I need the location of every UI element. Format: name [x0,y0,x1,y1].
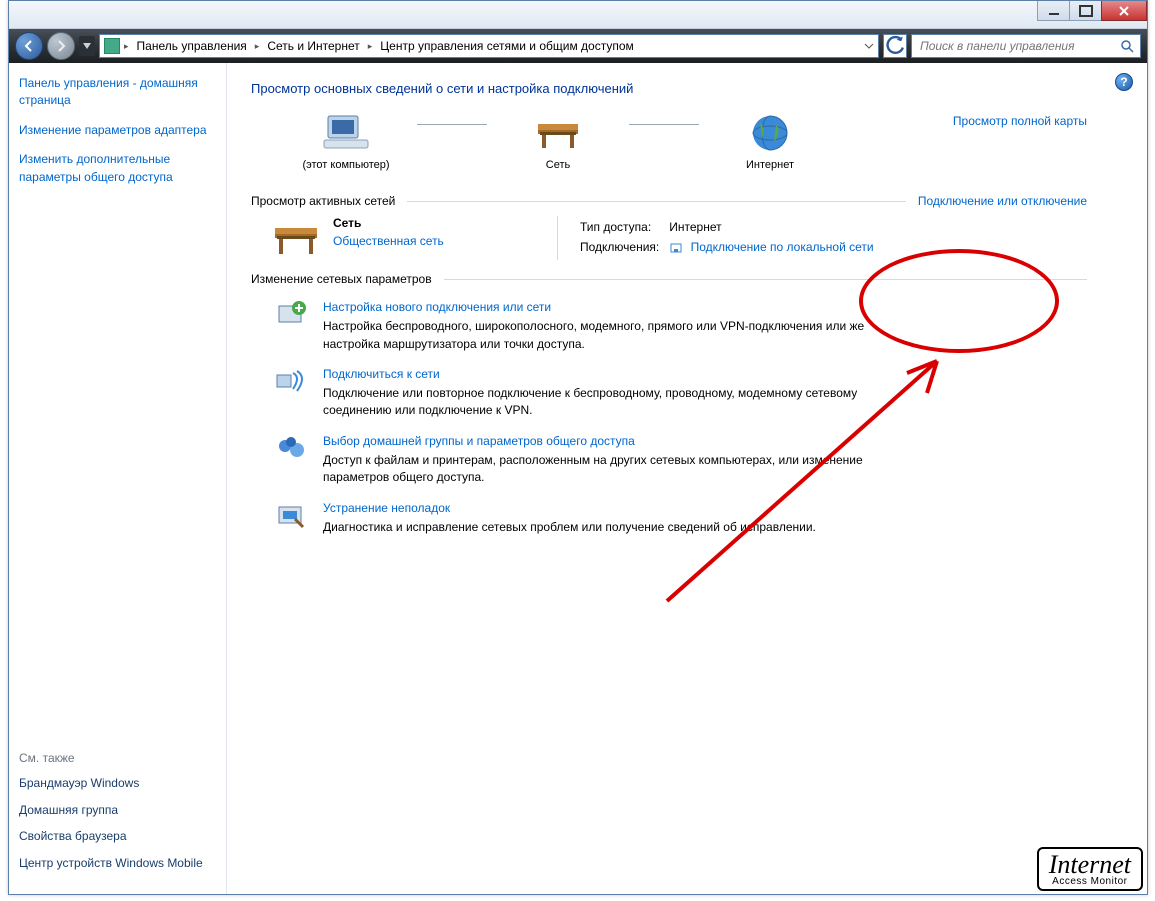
label-connections: Подключения: [580,238,667,257]
node-internet-label: Интернет [746,158,794,172]
task-connect-network-desc: Подключение или повторное подключение к … [323,385,895,420]
sidebar-link-adapters[interactable]: Изменение параметров адаптера [19,122,216,139]
task-troubleshoot[interactable]: Устранение неполадок [323,501,450,515]
navbar: ▸ Панель управления ▸ Сеть и Интернет ▸ … [9,29,1147,63]
search-box[interactable] [911,34,1141,58]
value-access-type: Интернет [669,218,881,236]
view-full-map-link[interactable]: Просмотр полной карты [953,114,1087,128]
section-active-networks: Просмотр активных сетей [251,194,395,208]
sidebar: Панель управления - домашняя страница Из… [9,63,227,894]
search-input[interactable] [918,38,1120,54]
homegroup-icon [275,434,309,464]
task-new-connection[interactable]: Настройка нового подключения или сети [323,300,551,314]
help-icon[interactable]: ? [1115,73,1133,91]
see-also-homegroup[interactable]: Домашняя группа [19,802,216,819]
sidebar-link-sharing[interactable]: Изменить дополнительные параметры общего… [19,151,216,186]
new-connection-icon [275,300,309,330]
history-dropdown[interactable] [79,36,95,56]
window-frame: ▸ Панель управления ▸ Сеть и Интернет ▸ … [8,0,1148,895]
node-network-label: Сеть [546,158,570,172]
section-change-settings: Изменение сетевых параметров [251,272,432,286]
task-connect-network[interactable]: Подключиться к сети [323,367,440,381]
bench-icon [534,112,582,154]
sidebar-link-home[interactable]: Панель управления - домашняя страница [19,75,216,110]
maximize-button[interactable] [1069,1,1102,21]
content-area: ? Просмотр основных сведений о сети и на… [227,63,1147,894]
titlebar [9,1,1147,29]
see-also-browser[interactable]: Свойства браузера [19,828,216,845]
task-troubleshoot-desc: Диагностика и исправление сетевых пробле… [323,519,816,536]
watermark-line2: Access Monitor [1049,876,1131,887]
chevron-right-icon: ▸ [124,41,129,52]
connection-line-icon [629,112,699,136]
network-center-icon [104,38,120,54]
breadcrumb[interactable]: Центр управления сетями и общим доступом [376,37,638,55]
connection-line-icon [417,112,487,136]
see-also-header: См. также [19,751,216,765]
refresh-button[interactable] [883,34,907,58]
active-network-name: Сеть [333,216,444,230]
chevron-down-icon[interactable] [864,41,874,51]
see-also-mobile[interactable]: Центр устройств Windows Mobile [19,855,216,872]
forward-button[interactable] [47,32,75,60]
see-also-firewall[interactable]: Брандмауэр Windows [19,775,216,792]
task-homegroup-sharing-desc: Доступ к файлам и принтерам, расположенн… [323,452,895,487]
ethernet-icon [669,241,683,255]
network-type-link[interactable]: Общественная сеть [333,234,444,248]
connect-disconnect-link[interactable]: Подключение или отключение [918,194,1087,208]
breadcrumb[interactable]: Панель управления [133,37,251,55]
node-this-pc-label: (этот компьютер) [302,158,389,172]
lan-connection-link[interactable]: Подключение по локальной сети [691,240,874,254]
watermark-line1: Internet [1049,853,1131,876]
troubleshoot-icon [275,501,309,531]
close-button[interactable] [1101,1,1147,21]
breadcrumb[interactable]: Сеть и Интернет [263,37,363,55]
label-access-type: Тип доступа: [580,218,667,236]
task-new-connection-desc: Настройка беспроводного, широкополосного… [323,318,895,353]
search-icon [1120,39,1134,53]
watermark-logo: Internet Access Monitor [1037,847,1143,891]
connect-network-icon [275,367,309,397]
bench-icon [271,216,321,260]
computer-icon [322,112,370,154]
back-button[interactable] [15,32,43,60]
page-title: Просмотр основных сведений о сети и наст… [251,81,1127,96]
address-bar[interactable]: ▸ Панель управления ▸ Сеть и Интернет ▸ … [99,34,879,58]
task-homegroup-sharing[interactable]: Выбор домашней группы и параметров общег… [323,434,635,448]
chevron-right-icon: ▸ [255,41,260,52]
globe-icon [746,112,794,154]
chevron-right-icon: ▸ [368,41,373,52]
minimize-button[interactable] [1037,1,1070,21]
